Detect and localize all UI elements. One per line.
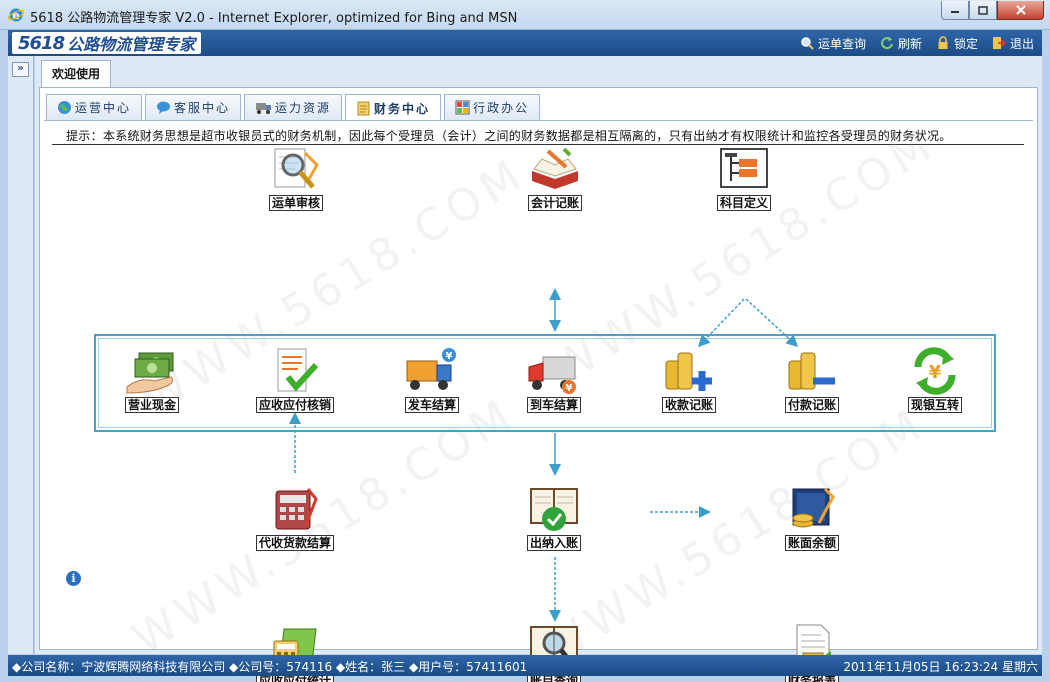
accounting-function[interactable]: 会计记账	[500, 145, 610, 211]
truck-yen-icon: ¥	[528, 356, 576, 394]
book-coins-icon	[792, 487, 835, 528]
tab-transport-resources-label: 运力资源	[275, 101, 332, 115]
subject-definition-label: 科目定义	[716, 195, 771, 211]
close-button[interactable]	[997, 1, 1044, 20]
app-logo: 5618 公路物流管理专家	[12, 32, 202, 54]
window-title: 5618 公路物流管理专家 V2.0 - Internet Explorer, …	[30, 11, 518, 26]
module-tabs: 运营中心 客服中心 运力资源 财务中心 行政办公	[46, 94, 541, 121]
maximize-button[interactable]	[969, 1, 997, 20]
yen-exchange-icon: ¥	[914, 347, 956, 395]
cash-bank-transfer-function[interactable]: ¥ 现银互转	[880, 347, 990, 413]
refresh-label: 刷新	[897, 36, 922, 51]
window-controls	[941, 1, 1044, 20]
status-bar: ◆公司名称：宁波辉腾网络科技有限公司 ◆公司号：574116 ◆姓名：张三 ◆用…	[8, 655, 1042, 676]
maximize-icon	[978, 5, 988, 15]
receipt-record-function[interactable]: 收款记账	[634, 347, 744, 413]
main-area: 欢迎使用 运营中心 客服中心 运力资源 财务中心 行政办公 提示：本系统财务思想…	[35, 56, 1042, 682]
ledger-book-icon	[532, 147, 578, 189]
business-cash-function[interactable]: 营业现金	[97, 347, 207, 413]
tab-finance-center[interactable]: 财务中心	[345, 94, 442, 121]
cod-settlement-label: 代收货款结算	[255, 535, 334, 551]
waybill-audit-label: 运单审核	[268, 195, 323, 211]
arrival-settlement-label: 到车结算	[526, 397, 581, 413]
tab-operations[interactable]: 运营中心	[46, 94, 143, 120]
svg-text:¥: ¥	[566, 383, 573, 394]
close-icon	[1015, 5, 1026, 15]
cash-bank-transfer-label: 现银互转	[907, 397, 962, 413]
left-sidebar: »	[8, 56, 34, 654]
truck-yen-icon: ¥	[406, 348, 456, 390]
cash-hand-icon	[126, 352, 174, 394]
ie-icon: e	[8, 8, 24, 22]
arrival-settlement-function[interactable]: ¥ 到车结算	[499, 347, 609, 413]
lock-label: 锁定	[953, 36, 978, 51]
notice-text: 提示：本系统财务思想是超市收银员式的财务机制，因此每个受理员（会计）之间的财务数…	[52, 127, 1024, 145]
tab-customer-service[interactable]: 客服中心	[145, 94, 242, 120]
ar-ap-writeoff-function[interactable]: 应收应付核销	[240, 347, 350, 413]
calculator-icon	[275, 488, 318, 530]
payment-record-function[interactable]: 付款记账	[757, 347, 867, 413]
exit-label: 退出	[1009, 36, 1034, 51]
coins-plus-icon	[665, 352, 712, 391]
status-datetime: 2011年11月05日 16:23:24 星期六	[843, 660, 1038, 674]
cashier-entry-label: 出纳入账	[526, 535, 581, 551]
dispatch-settlement-function[interactable]: ¥ 发车结算	[377, 347, 487, 413]
waybill-query-label: 运单查询	[817, 36, 866, 51]
ar-ap-writeoff-label: 应收应付核销	[255, 397, 334, 413]
window-titlebar: e 5618 公路物流管理专家 V2.0 - Internet Explorer…	[0, 0, 1050, 30]
tab-content: 运营中心 客服中心 运力资源 财务中心 行政办公 提示：本系统财务思想是超市收银…	[39, 87, 1038, 682]
tab-welcome[interactable]: 欢迎使用	[41, 60, 112, 88]
svg-text:¥: ¥	[929, 362, 942, 383]
search-icon	[801, 37, 814, 50]
business-cash-label: 营业现金	[124, 397, 179, 413]
receipt-record-label: 收款记账	[661, 397, 716, 413]
app-header: 5618 公路物流管理专家 运单查询 刷新 锁定 退出	[8, 30, 1042, 56]
logo-name: 公路物流管理专家	[67, 35, 196, 54]
waybill-audit-function[interactable]: 运单审核	[241, 145, 351, 211]
tab-operations-label: 运营中心	[75, 101, 132, 115]
payment-record-label: 付款记账	[784, 397, 839, 413]
chat-icon	[157, 101, 171, 114]
header-actions: 运单查询 刷新 锁定 退出	[800, 30, 1034, 56]
accounting-label: 会计记账	[527, 195, 582, 211]
lock-button[interactable]: 锁定	[936, 35, 978, 52]
tab-transport-resources[interactable]: 运力资源	[244, 94, 343, 120]
exit-icon	[992, 37, 1006, 49]
checklist-icon	[277, 348, 319, 392]
magnifier-document-icon	[274, 148, 319, 189]
finance-panel: 提示：本系统财务思想是超市收银员式的财务机制，因此每个受理员（会计）之间的财务数…	[44, 118, 1033, 682]
waybill-query-button[interactable]: 运单查询	[800, 35, 866, 52]
exit-button[interactable]: 退出	[992, 35, 1034, 52]
lock-icon	[938, 36, 948, 49]
tab-admin-office[interactable]: 行政办公	[444, 94, 541, 120]
book-balance-function[interactable]: 账面余额	[757, 485, 867, 551]
globe-icon	[58, 101, 71, 114]
minimize-button[interactable]	[941, 1, 969, 20]
refresh-icon	[881, 37, 893, 50]
refresh-button[interactable]: 刷新	[880, 35, 922, 52]
dispatch-settlement-label: 发车结算	[404, 397, 459, 413]
coins-minus-icon	[788, 352, 835, 390]
subject-definition-function[interactable]: 科目定义	[689, 145, 799, 211]
truck-icon	[256, 103, 272, 114]
info-icon[interactable]: i	[66, 571, 81, 586]
tab-customer-service-label: 客服中心	[174, 101, 231, 115]
svg-text:¥: ¥	[446, 351, 453, 362]
grid-icon	[455, 100, 470, 115]
sidebar-expand-button[interactable]: »	[12, 62, 29, 77]
status-user-info: ◆公司名称：宁波辉腾网络科技有限公司 ◆公司号：574116 ◆姓名：张三 ◆用…	[12, 660, 528, 674]
ledger-check-icon	[530, 488, 578, 531]
cod-settlement-function[interactable]: 代收货款结算	[240, 485, 350, 551]
book-balance-label: 账面余额	[784, 535, 839, 551]
tab-finance-center-label: 财务中心	[374, 101, 431, 116]
tree-structure-icon	[720, 148, 768, 188]
cashier-entry-function[interactable]: 出纳入账	[499, 485, 609, 551]
logo-number: 5618	[18, 32, 65, 54]
minimize-icon	[951, 11, 959, 13]
tab-admin-office-label: 行政办公	[473, 101, 530, 115]
finance-icon	[357, 101, 370, 115]
